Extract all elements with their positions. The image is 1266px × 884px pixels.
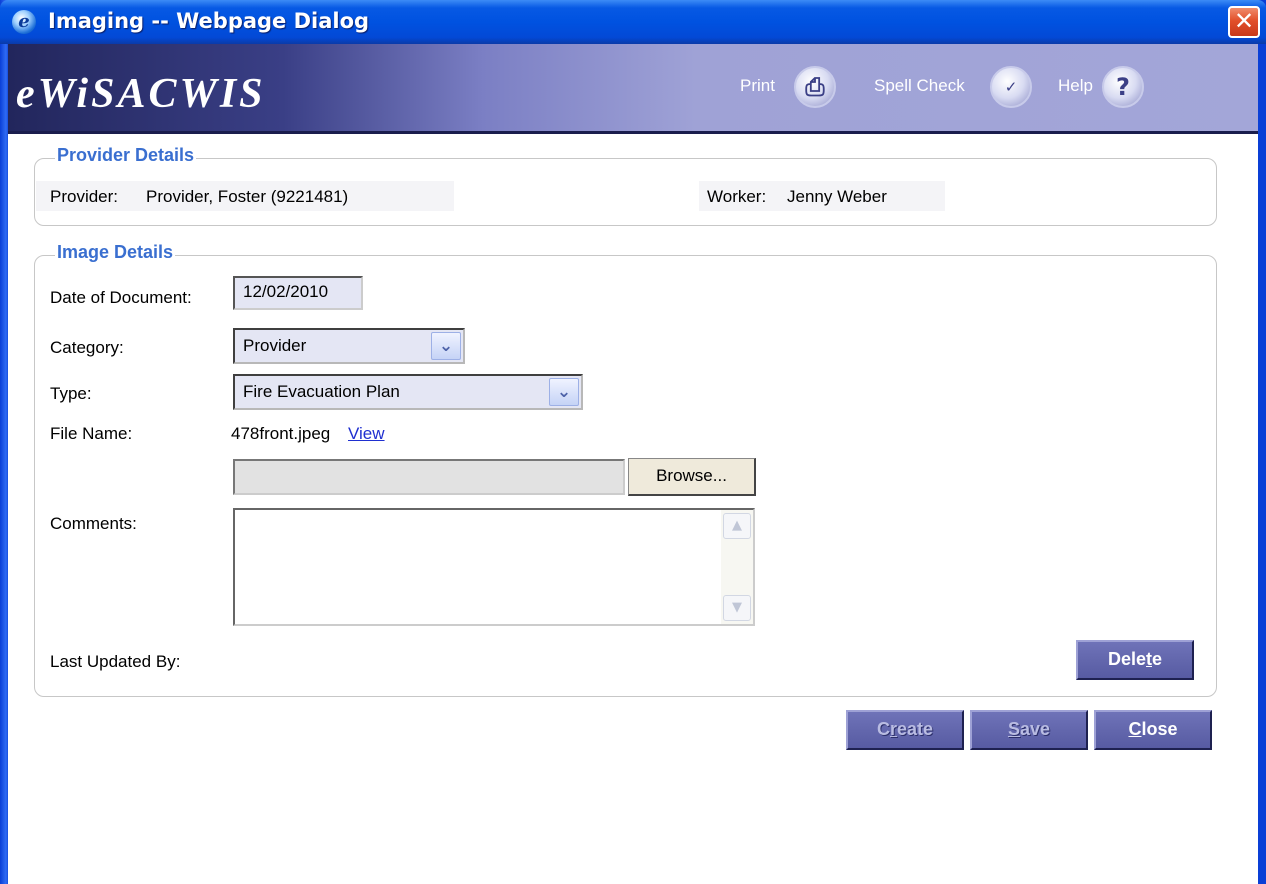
scroll-up-icon[interactable]: ▲ <box>723 513 751 539</box>
category-selected-value: Provider <box>243 336 307 355</box>
category-select[interactable]: Provider ⌄ <box>233 328 465 364</box>
comments-scrollbar[interactable]: ▲ ▼ <box>721 510 753 624</box>
app-logo: eWiSACWIS <box>16 71 266 117</box>
worker-label: Worker: <box>707 187 767 206</box>
category-label: Category: <box>50 338 124 357</box>
title-bar[interactable]: e Imaging -- Webpage Dialog ✕ <box>0 0 1266 44</box>
spell-check-icon[interactable]: ✓ <box>990 66 1032 108</box>
app-banner: eWiSACWIS Print ⎙ Spell Check ✓ Help ? <box>8 44 1258 134</box>
last-updated-by-label: Last Updated By: <box>50 652 181 671</box>
worker-value: Jenny Weber <box>787 187 887 206</box>
internet-explorer-icon: e <box>12 10 36 34</box>
scroll-down-icon[interactable]: ▼ <box>723 595 751 621</box>
chevron-down-icon[interactable]: ⌄ <box>549 378 579 406</box>
close-window-button[interactable]: ✕ <box>1228 6 1260 38</box>
file-path-input[interactable] <box>233 459 625 495</box>
comments-textarea[interactable]: ▲ ▼ <box>233 508 755 626</box>
chevron-down-icon[interactable]: ⌄ <box>431 332 461 360</box>
type-select[interactable]: Fire Evacuation Plan ⌄ <box>233 374 583 410</box>
close-button[interactable]: Close <box>1094 710 1212 750</box>
delete-button[interactable]: Delete <box>1076 640 1194 680</box>
provider-label: Provider: <box>50 187 119 206</box>
file-name-value: 478front.jpeg <box>231 424 331 443</box>
date-of-document-field[interactable]: 12/02/2010 <box>233 276 363 310</box>
create-button[interactable]: Create <box>846 710 964 750</box>
save-button[interactable]: Save <box>970 710 1088 750</box>
dialog-content: eWiSACWIS Print ⎙ Spell Check ✓ Help ? P… <box>8 44 1258 884</box>
print-label[interactable]: Print <box>740 76 775 96</box>
dialog-window: e Imaging -- Webpage Dialog ✕ eWiSACWIS … <box>0 0 1266 884</box>
file-name-label: File Name: <box>50 424 133 443</box>
help-label[interactable]: Help <box>1058 76 1093 96</box>
window-title: Imaging -- Webpage Dialog <box>48 9 370 33</box>
type-label: Type: <box>50 384 92 403</box>
browse-button[interactable]: Browse... <box>628 458 756 496</box>
view-file-link[interactable]: View <box>348 424 385 444</box>
date-of-document-label: Date of Document: <box>50 288 192 307</box>
comments-label: Comments: <box>50 514 137 533</box>
image-details-group: Image Details <box>34 242 1217 697</box>
spell-check-label[interactable]: Spell Check <box>874 76 965 96</box>
type-selected-value: Fire Evacuation Plan <box>243 382 400 401</box>
image-details-legend: Image Details <box>55 242 176 263</box>
printer-icon[interactable]: ⎙ <box>794 66 836 108</box>
help-icon[interactable]: ? <box>1102 66 1144 108</box>
provider-details-legend: Provider Details <box>55 145 197 166</box>
provider-details-group: Provider Details Provider: Provider, Fos… <box>34 145 1217 226</box>
provider-value: Provider, Foster (9221481) <box>146 187 349 206</box>
